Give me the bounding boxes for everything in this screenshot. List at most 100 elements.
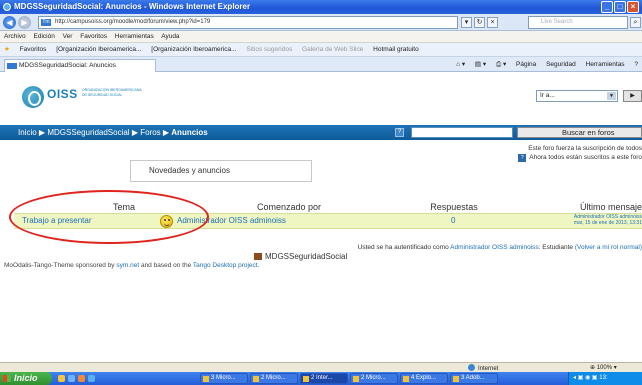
return-role-link[interactable]: (Volver a mi rol normal) — [575, 244, 642, 251]
breadcrumb-course[interactable]: MDGSSeguridadSocial — [47, 128, 129, 137]
favorite-item-1[interactable]: [Organización Iberoamerica... — [56, 46, 141, 53]
live-search-input[interactable]: Live Search — [528, 16, 628, 29]
breadcrumb-home[interactable]: Inicio — [18, 128, 37, 137]
help-icon[interactable]: ? — [395, 128, 404, 137]
address-bar[interactable]: Tm http://campusoiss.org/moodle/mod/foru… — [38, 16, 458, 29]
topic-link[interactable]: Trabajo a presentar — [22, 214, 92, 228]
compat-view-icon[interactable]: ▾ — [461, 17, 472, 28]
login-user-link[interactable]: Administrador OISS adminoiss — [450, 244, 539, 251]
task-label: 2 Micro... — [361, 375, 386, 381]
taskbar-group-6[interactable]: 3 Adob... — [450, 373, 498, 384]
help-icon[interactable]: ? — [634, 61, 638, 68]
breadcrumb-current: Anuncios — [171, 128, 208, 137]
task-icon — [303, 376, 309, 382]
header-topic: Tema — [112, 202, 135, 212]
tab-favicon-icon — [7, 63, 17, 69]
windows-logo-icon — [3, 375, 11, 382]
globe-icon — [468, 364, 475, 371]
task-label: 3 Micro... — [211, 375, 236, 381]
zoom-value: 100% — [596, 365, 613, 371]
forum-search-input[interactable] — [411, 127, 513, 138]
header-replies: Respuestas — [430, 202, 478, 212]
table-header: Tema Comenzado por Respuestas Último men… — [14, 201, 642, 213]
search-icon[interactable]: ⌕ — [630, 17, 641, 28]
favorites-button[interactable]: Favoritos — [20, 46, 47, 53]
course-home-link[interactable]: MDGSSeguridadSocial — [265, 252, 347, 261]
maximize-button[interactable]: □ — [614, 1, 626, 13]
help-icon[interactable]: ? — [518, 154, 527, 162]
cmd-pagina[interactable]: Página — [516, 61, 536, 68]
subscription-notice: Este foro fuerza la suscripción de todos… — [462, 144, 642, 162]
refresh-icon[interactable]: ↻ — [474, 17, 485, 28]
breadcrumb: Inicio ▶ MDGSSeguridadSocial ▶ Foros ▶ A… — [0, 125, 642, 140]
favorite-item-2[interactable]: [Organización Iberoamerica... — [151, 46, 236, 53]
favorite-item-5[interactable]: Hotmail gratuito — [373, 46, 419, 53]
home-icon[interactable]: ⌂ ▾ — [456, 61, 465, 68]
credits-prefix: MoOdalis-Tango-Theme sponsored by — [4, 262, 115, 269]
tray-icons[interactable]: ◂ ▣ ◉ ▣ — [573, 375, 599, 381]
sponsor-link[interactable]: sym.net — [116, 262, 139, 269]
close-window-button[interactable]: × — [627, 1, 639, 13]
status-bar: Internet ⊕ 100% ▾ — [0, 362, 642, 372]
favorite-item-3[interactable]: Sitios sugeridos — [246, 46, 292, 53]
favorites-star-icon[interactable]: ★ — [4, 46, 10, 53]
tango-project-link[interactable]: Tango Desktop project. — [193, 262, 259, 269]
menu-edicion[interactable]: Edición — [34, 33, 55, 40]
quicklaunch-icon[interactable] — [58, 375, 65, 382]
breadcrumb-forums[interactable]: Foros — [140, 128, 160, 137]
favorites-bar: ★ Favoritos [Organización Iberoamerica..… — [0, 43, 642, 57]
browser-tab[interactable]: MDGSSeguridadSocial: Anuncios — [4, 59, 156, 72]
login-prefix: Usted se ha autentificado como — [357, 244, 449, 251]
cmd-seguridad[interactable]: Seguridad — [546, 61, 576, 68]
forward-button[interactable]: ▶ — [18, 16, 31, 29]
cmd-herramientas[interactable]: Herramientas — [586, 61, 625, 68]
task-icon — [253, 376, 259, 382]
forum-heading: Novedades y anuncios — [130, 160, 312, 182]
breadcrumb-separator: ▶ — [38, 128, 46, 137]
menu-ver[interactable]: Ver — [63, 33, 73, 40]
theme-credits: MoOdalis-Tango-Theme sponsored by sym.ne… — [4, 262, 259, 269]
site-logo-subtitle: ORGANIZACIÓN IBEROAMERICANA DE SEGURIDAD… — [82, 88, 142, 97]
minimize-button[interactable]: _ — [601, 1, 613, 13]
menu-herramientas[interactable]: Herramientas — [115, 33, 154, 40]
taskbar-group-1[interactable]: 3 Micro... — [200, 373, 248, 384]
taskbar-group-4[interactable]: 2 Micro... — [350, 373, 398, 384]
last-post-cell: Administrador OISS adminoiss mar, 15 de … — [574, 214, 642, 226]
header-last-post: Último mensaje — [579, 202, 642, 212]
task-label: 3 Adob... — [461, 375, 485, 381]
browser-tab-label: MDGSSeguridadSocial: Anuncios — [19, 62, 116, 69]
jump-to-select[interactable]: Ir a... ▼ — [536, 90, 618, 102]
replies-count[interactable]: 0 — [451, 214, 455, 228]
quicklaunch-icon[interactable] — [88, 375, 95, 382]
stop-icon[interactable]: × — [487, 17, 498, 28]
back-button[interactable]: ◀ — [3, 16, 16, 29]
quicklaunch-icon[interactable] — [78, 375, 85, 382]
user-avatar-icon[interactable] — [160, 215, 173, 228]
task-label: 4 Explo... — [411, 375, 437, 381]
address-url: http://campusoiss.org/moodle/mod/forum/v… — [55, 19, 211, 25]
clock: 13: — [599, 375, 608, 381]
print-icon[interactable]: ⎙ ▾ — [496, 61, 506, 68]
quicklaunch-icon[interactable] — [68, 375, 75, 382]
menu-archivo[interactable]: Archivo — [4, 33, 26, 40]
address-row: ◀ ▶ Tm http://campusoiss.org/moodle/mod/… — [0, 14, 642, 31]
taskbar-group-3[interactable]: 2 Inter... — [300, 373, 348, 384]
forum-search-button[interactable]: Buscar en foros — [517, 127, 642, 138]
taskbar-group-2[interactable]: 2 Micro... — [250, 373, 298, 384]
header-started-by: Comenzado por — [256, 202, 322, 212]
menu-favoritos[interactable]: Favoritos — [80, 33, 107, 40]
site-favicon-icon: Tm — [41, 19, 51, 26]
chevron-down-icon: ▼ — [607, 92, 616, 100]
last-post-date[interactable]: mar, 15 de ene de 2013, 13:31 — [574, 220, 642, 226]
favorite-item-4[interactable]: Galería de Web Slice — [302, 46, 363, 53]
author-link[interactable]: Administrador OISS adminoiss — [177, 214, 286, 228]
task-label: 2 Micro... — [261, 375, 286, 381]
menu-ayuda[interactable]: Ayuda — [161, 33, 179, 40]
feeds-icon[interactable]: ▤ ▾ — [475, 61, 486, 68]
task-icon — [353, 376, 359, 382]
taskbar-group-5[interactable]: 4 Explo... — [400, 373, 448, 384]
subscription-line-1: Este foro fuerza la suscripción de todos — [528, 145, 642, 152]
start-button[interactable]: Inicio — [0, 372, 52, 385]
jump-go-button[interactable]: ▶ — [623, 90, 642, 102]
windows-taskbar: Inicio 3 Micro... 2 Micro... 2 Inter... … — [0, 372, 642, 385]
